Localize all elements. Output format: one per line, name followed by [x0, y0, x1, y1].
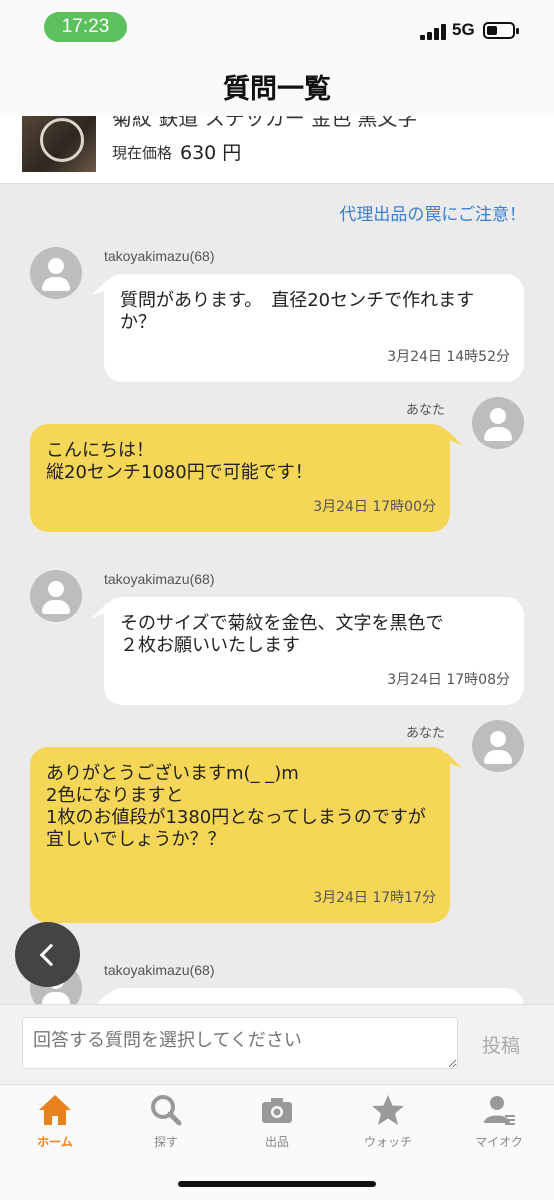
answer-input[interactable] — [22, 1017, 458, 1069]
tab-label: 出品 — [264, 1135, 289, 1149]
my-avatar-icon — [472, 720, 524, 772]
chevron-left-icon — [39, 943, 62, 966]
current-price: 630 円 — [180, 142, 242, 164]
proxy-listing-warning-link[interactable]: 代理出品の罠にご注意！ — [339, 200, 526, 225]
sender-name: あなた — [406, 726, 446, 741]
question-bubble[interactable]: そのサイズで菊紋を金色、文字を黒色で ２枚お願いいたします 3月24日 17時0… — [104, 597, 524, 705]
sender-name: あなた — [406, 403, 446, 418]
my-avatar-icon — [472, 397, 524, 449]
tab-search[interactable]: 探す — [111, 1093, 221, 1157]
sender-name: takoyakimazu(68) — [104, 571, 215, 587]
tab-label: ホーム — [37, 1135, 73, 1149]
battery-icon — [483, 22, 519, 39]
signal-icon — [420, 24, 446, 40]
message-time: 3月24日 17時00分 — [313, 499, 436, 515]
answer-bar: 投稿 — [0, 1004, 554, 1084]
network-type: 5G — [452, 20, 475, 39]
page-title: 質問一覧 — [223, 73, 331, 105]
tab-label: 探す — [153, 1135, 178, 1149]
answer-bubble[interactable]: こんにちは！ 縦20センチ1080円で可能です！ 3月24日 17時00分 — [30, 424, 450, 532]
tab-home[interactable]: ホーム — [0, 1093, 110, 1157]
status-time: 17:23 — [44, 12, 127, 42]
product-title: 菊紋 鉄道 ステッカー 金色 黒文字 — [112, 116, 418, 130]
tab-my-auction[interactable]: マイオク — [444, 1093, 554, 1157]
status-bar: 17:23 5G — [0, 0, 554, 56]
question-bubble[interactable]: 質問があります。 直径20センチで作れますか？ 3月24日 14時52分 — [104, 274, 524, 382]
camera-icon — [259, 1093, 295, 1127]
star-icon — [370, 1093, 406, 1127]
tab-sell[interactable]: 出品 — [222, 1093, 332, 1157]
question-thread[interactable]: 代理出品の罠にご注意！ takoyakimazu(68) 質問があります。 直径… — [0, 184, 554, 1004]
sender-name: takoyakimazu(68) — [104, 962, 215, 978]
tab-watch[interactable]: ウォッチ — [333, 1093, 443, 1157]
page-header: 質問一覧 — [0, 56, 554, 116]
question-bubble[interactable] — [104, 988, 524, 1004]
product-thumbnail[interactable] — [22, 116, 96, 172]
message-text: 質問があります。 直径20センチで作れますか？ — [120, 290, 475, 333]
message-text: そのサイズで菊紋を金色、文字を黒色で ２枚お願いいたします — [120, 613, 444, 656]
tab-label: ウォッチ — [363, 1135, 412, 1149]
message-time: 3月24日 17時08分 — [387, 672, 510, 688]
home-icon — [37, 1093, 73, 1127]
message-time: 3月24日 17時17分 — [313, 890, 436, 906]
search-icon — [148, 1093, 184, 1127]
user-icon — [481, 1093, 517, 1127]
back-button[interactable] — [15, 922, 80, 987]
answer-bubble[interactable]: ありがとうございますm(_ _)m 2色になりますと 1枚のお値段が1380円と… — [30, 747, 450, 923]
home-indicator[interactable] — [178, 1181, 376, 1187]
post-button[interactable]: 投稿 — [482, 1031, 520, 1058]
sender-name: takoyakimazu(68) — [104, 248, 215, 264]
message-text: ありがとうございますm(_ _)m 2色になりますと 1枚のお値段が1380円と… — [46, 763, 426, 850]
product-summary[interactable]: 菊紋 鉄道 ステッカー 金色 黒文字 現在価格 630 円 — [0, 116, 554, 184]
user-avatar-icon — [30, 247, 82, 299]
user-avatar-icon — [30, 570, 82, 622]
tab-label: マイオク — [475, 1135, 523, 1149]
message-text: こんにちは！ 縦20センチ1080円で可能です！ — [46, 440, 313, 483]
message-time: 3月24日 14時52分 — [387, 349, 510, 365]
price-label: 現在価格 — [112, 144, 173, 162]
